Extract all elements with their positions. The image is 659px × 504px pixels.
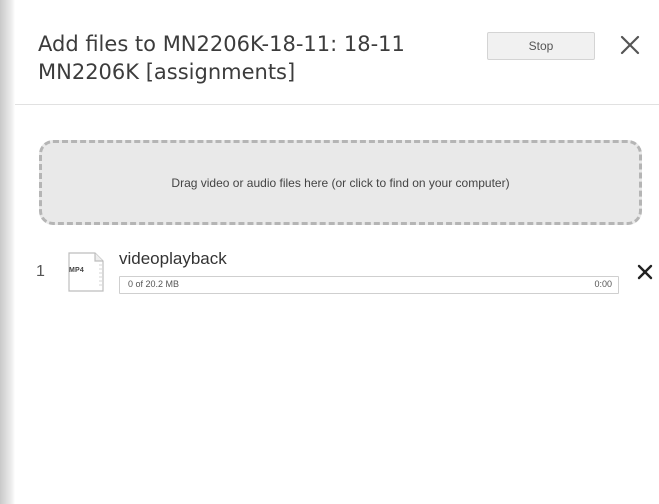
file-name: videoplayback — [119, 249, 227, 268]
file-index: 1 — [36, 263, 45, 280]
stop-button[interactable]: Stop — [487, 32, 595, 60]
upload-dialog: Add files to MN2206K-18-11: 18-11 MN2206… — [0, 0, 659, 504]
remove-file-icon[interactable] — [636, 263, 654, 281]
background-window-edge — [0, 0, 15, 504]
file-dropzone[interactable]: Drag video or audio files here (or click… — [39, 140, 642, 225]
upload-progress-bar: 0 of 20.2 MB 0:00 — [119, 276, 619, 294]
file-list-item: 1 MP4 videoplayback 0 of 20.2 MB 0:00 — [15, 245, 659, 305]
file-type-badge: MP4 — [69, 267, 84, 274]
close-icon[interactable] — [615, 30, 645, 60]
mp4-file-icon: MP4 — [65, 251, 107, 293]
dropzone-text: Drag video or audio files here (or click… — [171, 175, 510, 190]
upload-size-text: 0 of 20.2 MB — [128, 279, 180, 289]
dialog-header: Add files to MN2206K-18-11: 18-11 MN2206… — [15, 0, 659, 105]
upload-time-text: 0:00 — [594, 279, 612, 289]
dialog-title: Add files to MN2206K-18-11: 18-11 MN2206… — [38, 32, 405, 84]
